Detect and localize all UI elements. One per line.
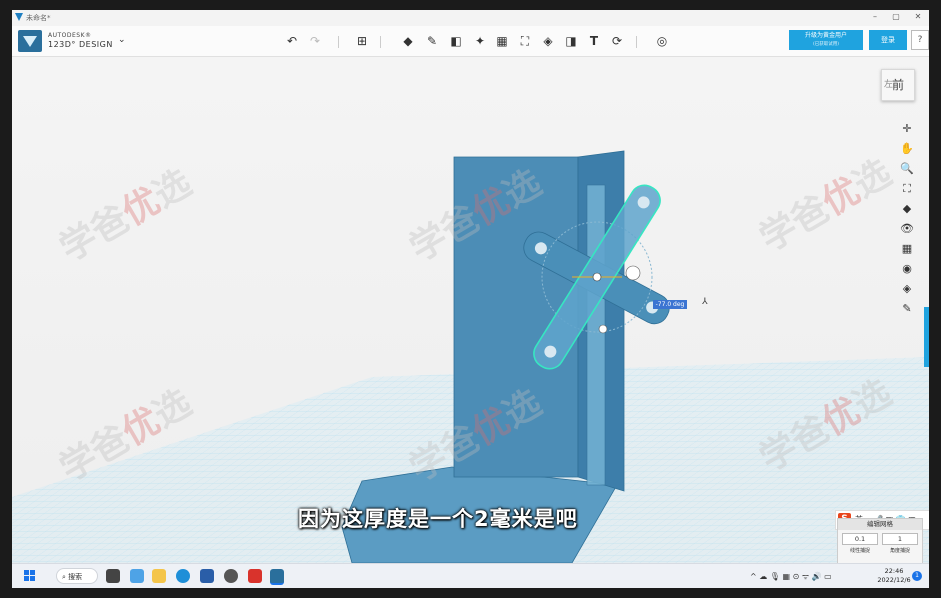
app-window: 未命名* – ▢ ✕ AUTODESK® 123D° DESIGN ⌄ ↶ ↷ … (12, 10, 929, 588)
taskbar-search[interactable]: ⌕ 搜索 (56, 568, 98, 584)
app-menu-chevron-down-icon[interactable]: ⌄ (118, 35, 126, 45)
move-handle (598, 324, 608, 334)
minimize-button[interactable]: – (867, 12, 883, 21)
taskbar-clock[interactable]: 22:46 2022/12/6 (877, 567, 911, 585)
construct-tool-icon[interactable]: ◧ (448, 34, 464, 48)
app-menubar: AUTODESK® 123D° DESIGN ⌄ ↶ ↷ ⊞ ◆ ✎ ◧ ✦ ▦… (12, 26, 929, 57)
start-button[interactable] (24, 570, 36, 582)
transform-tool-icon[interactable]: ⊞ (354, 34, 370, 48)
toolbar-divider (338, 36, 339, 48)
undo-button[interactable]: ↶ (284, 34, 300, 48)
maximize-button[interactable]: ▢ (888, 12, 904, 21)
sketch-tool-icon[interactable]: ✎ (424, 34, 440, 48)
help-button[interactable]: ? (911, 30, 929, 50)
linear-snap-label: 线性捕捉 (849, 548, 870, 554)
login-button[interactable]: 登录 (869, 30, 907, 50)
redo-button[interactable]: ↷ (307, 34, 323, 48)
widgets-icon[interactable] (130, 569, 144, 583)
toolbar-divider (636, 36, 637, 48)
material-tool-icon[interactable]: ◎ (654, 34, 670, 48)
angle-snap-field[interactable]: 1 (882, 533, 918, 545)
window-title: 未命名* (26, 14, 51, 22)
snap-tool-icon[interactable]: ⟳ (609, 34, 625, 48)
screenshot-icon[interactable]: ◉ (896, 259, 918, 279)
angle-snap-label: 角度捕捉 (889, 548, 910, 554)
system-tray[interactable]: ^ ☁ 🎙 ▦ ⊙ ᯤ 🔊 ▭ (750, 571, 832, 582)
grid-toggle-icon[interactable]: ▦ (896, 239, 918, 259)
wps-office-icon[interactable] (248, 569, 262, 583)
task-view-icon[interactable] (106, 569, 120, 583)
upgrade-sub-label: (已获取试用) (812, 42, 839, 47)
grid-edit-panel: 编辑网格 0.1 1 线性捕捉 角度捕捉 (837, 518, 923, 564)
video-subtitle: 因为这厚度是一个2毫米是吧 (298, 507, 578, 531)
perspective-icon[interactable]: ◆ (896, 199, 918, 219)
clock-date: 2022/12/6 (877, 576, 911, 584)
zoom-icon[interactable]: 🔍 (896, 159, 918, 179)
visibility-icon[interactable]: 👁 (896, 219, 918, 239)
rotate-handle (625, 265, 641, 281)
rotation-center (592, 272, 602, 282)
notification-badge[interactable]: 1 (912, 571, 922, 581)
measure-tool-icon[interactable]: ◨ (563, 34, 579, 48)
file-explorer-icon[interactable] (152, 569, 166, 583)
material-view-icon[interactable]: ◈ (896, 279, 918, 299)
recorder-app-icon[interactable] (224, 569, 238, 583)
app-icon (15, 13, 23, 21)
123d-design-taskbar-icon[interactable] (270, 569, 284, 585)
view-cube[interactable]: 左 前 (881, 69, 915, 101)
toolbar-divider (380, 36, 381, 48)
scene-canvas (12, 150, 929, 563)
pattern-tool-icon[interactable]: ▦ (494, 34, 510, 48)
edit-view-icon[interactable]: ✎ (896, 299, 918, 319)
clock-time: 22:46 (884, 567, 904, 575)
close-button[interactable]: ✕ (910, 12, 926, 21)
brand-line-2: 123D° DESIGN (48, 40, 113, 49)
view-cube-face-label: 前 (891, 78, 904, 92)
view-cube-side-label: 左 (884, 80, 894, 90)
navigation-toolbar: ✛ ✋ 🔍 ⛶ ◆ 👁 ▦ ◉ ◈ ✎ (896, 119, 918, 319)
modify-tool-icon[interactable]: ✦ (472, 34, 488, 48)
angle-snap-icon[interactable]: ⅄ (702, 297, 708, 307)
window-titlebar: 未命名* – ▢ ✕ (12, 10, 929, 26)
side-panel-tab[interactable] (924, 307, 929, 367)
linear-snap-field[interactable]: 0.1 (842, 533, 878, 545)
grid-panel-title[interactable]: 编辑网格 (838, 519, 922, 530)
slot (586, 184, 606, 486)
group-tool-icon[interactable]: ⛶ (517, 34, 533, 48)
combine-tool-icon[interactable]: ◈ (540, 34, 556, 48)
edge-browser-icon[interactable] (176, 569, 190, 583)
upgrade-button[interactable]: 升级为黄金用户 (已获取试用) (789, 30, 863, 50)
orbit-icon[interactable]: ✋ (896, 139, 918, 159)
text-tool-icon[interactable]: T (586, 34, 602, 48)
3d-viewport[interactable]: 左 前 ✛ ✋ 🔍 ⛶ ◆ 👁 ▦ ◉ ◈ ✎ -77.0 deg ⅄ 学爸优选… (12, 57, 929, 563)
windows-taskbar: ⌕ 搜索 ^ ☁ 🎙 ▦ ⊙ ᯤ 🔊 ▭ 22:46 2022/12/6 1 (12, 563, 929, 588)
upgrade-label: 升级为黄金用户 (804, 32, 847, 39)
store-icon[interactable] (200, 569, 214, 583)
taskbar-search-label: 搜索 (68, 573, 83, 581)
app-menu-logo-icon[interactable] (18, 30, 42, 52)
brand-line-1: AUTODESK® (48, 32, 92, 39)
rotation-angle-input[interactable]: -77.0 deg (653, 300, 687, 309)
pan-icon[interactable]: ✛ (896, 119, 918, 139)
primitives-tool-icon[interactable]: ◆ (400, 34, 416, 48)
